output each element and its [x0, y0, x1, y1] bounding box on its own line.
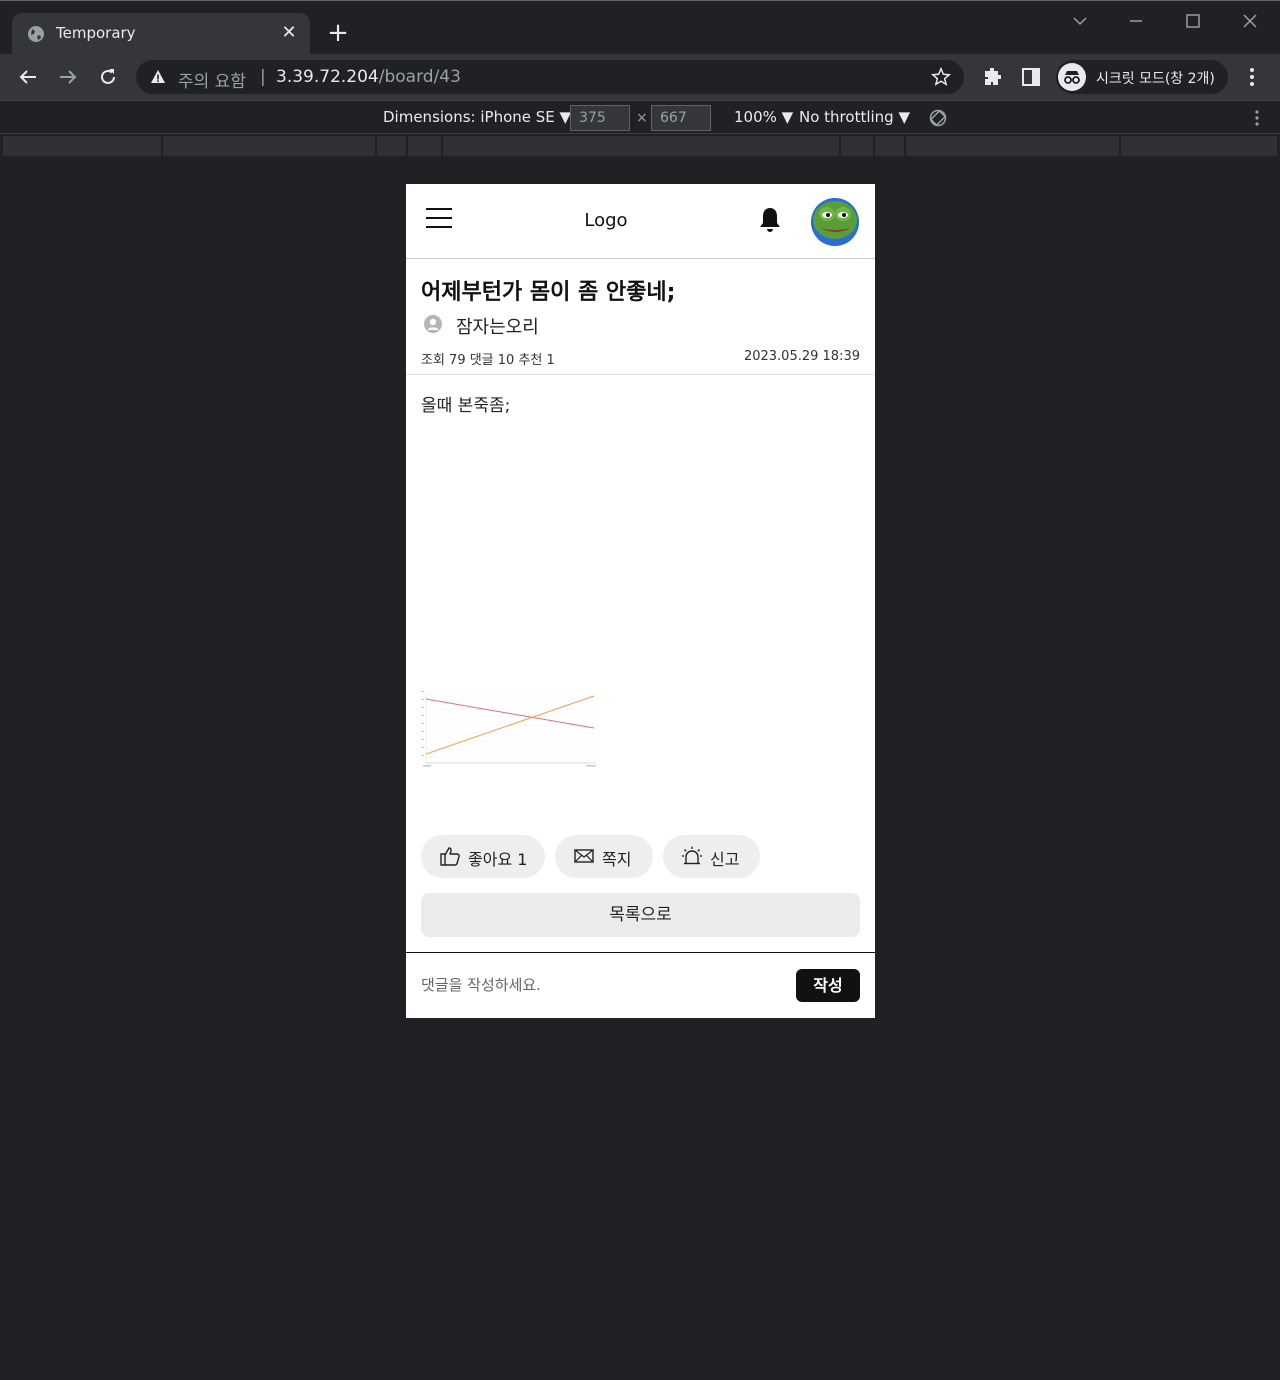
address-bar[interactable]: 주의 요함 | 3.39.72.204/board/43: [136, 60, 964, 94]
bell-icon[interactable]: [758, 206, 782, 234]
media-query-segment[interactable]: [442, 136, 840, 156]
tab-strip: Temporary ✕ +: [0, 0, 1280, 55]
envelope-icon: [573, 845, 595, 867]
divider: [406, 374, 875, 375]
user-profile-icon: [424, 315, 442, 333]
like-label: 좋아요 1: [468, 850, 528, 869]
post-date: 2023.05.29 18:39: [743, 349, 860, 364]
zoom-select[interactable]: 100% ▼: [734, 108, 793, 126]
reload-icon[interactable]: [94, 63, 122, 91]
comment-submit-button[interactable]: 작성: [796, 969, 860, 1002]
media-query-segment[interactable]: [162, 136, 376, 156]
post-body: 올때 본죽좀;: [421, 396, 511, 416]
message-label: 쪽지: [602, 850, 632, 869]
incognito-icon: [1058, 63, 1086, 91]
site-logo[interactable]: Logo: [406, 210, 806, 231]
incognito-profile[interactable]: 시크릿 모드(창 2개): [1056, 60, 1228, 94]
rotate-icon[interactable]: [928, 108, 948, 128]
report-label: 신고: [710, 850, 740, 869]
report-button[interactable]: 신고: [663, 835, 760, 878]
comment-input[interactable]: [421, 970, 781, 1000]
comment-bar: 작성: [406, 952, 875, 1018]
close-tab-icon[interactable]: ✕: [278, 22, 300, 44]
device-more-icon[interactable]: [1248, 108, 1266, 128]
url-path: /board/43: [378, 67, 461, 87]
warning-icon[interactable]: [150, 69, 166, 85]
omnibox-separator: |: [260, 67, 266, 87]
back-icon[interactable]: [14, 63, 42, 91]
side-panel-icon[interactable]: [1017, 63, 1045, 91]
new-tab-icon[interactable]: +: [324, 19, 352, 47]
user-avatar[interactable]: [811, 198, 859, 246]
url-host: 3.39.72.204: [276, 67, 379, 87]
media-query-segment[interactable]: [2, 136, 162, 156]
post-title: 어제부턴가 몸이 좀 안좋네;: [421, 280, 676, 305]
post-stats: 조회 79 댓글 10 추천 1: [421, 353, 555, 368]
device-height-input[interactable]: [651, 105, 711, 131]
extensions-icon[interactable]: [978, 63, 1006, 91]
forward-icon[interactable]: [54, 63, 82, 91]
close-window-icon[interactable]: [1238, 9, 1262, 33]
maximize-icon[interactable]: [1181, 9, 1205, 33]
siren-icon: [681, 845, 703, 867]
thumbs-up-icon: [439, 845, 461, 867]
throttling-select[interactable]: No throttling ▼: [799, 108, 910, 126]
message-button[interactable]: 쪽지: [555, 835, 653, 878]
post-author[interactable]: 잠자는오리: [456, 313, 539, 339]
chrome-menu-icon[interactable]: [1238, 63, 1266, 91]
tab-search-icon[interactable]: [1068, 9, 1092, 33]
site-header: Logo: [406, 184, 875, 259]
media-query-segment[interactable]: [376, 136, 407, 156]
device-dimensions-select[interactable]: Dimensions: iPhone SE ▼: [383, 108, 571, 126]
media-query-segment[interactable]: [407, 136, 442, 156]
minimize-icon[interactable]: [1124, 9, 1148, 33]
bookmark-star-icon[interactable]: [930, 66, 952, 88]
like-button[interactable]: 좋아요 1: [421, 835, 545, 878]
incognito-label: 시크릿 모드(창 2개): [1096, 71, 1215, 87]
browser-toolbar: 주의 요함 | 3.39.72.204/board/43 시크릿 모드(창 2개…: [0, 54, 1280, 100]
browser-tab[interactable]: Temporary ✕: [12, 13, 310, 55]
security-warning-text[interactable]: 주의 요함: [178, 67, 246, 92]
post-image-chart: [420, 687, 600, 769]
device-toolbar: Dimensions: iPhone SE ▼ × 100% ▼ No thro…: [0, 100, 1280, 134]
tab-title: Temporary: [56, 24, 136, 42]
back-to-list-button[interactable]: 목록으로: [421, 893, 860, 937]
media-query-bar: [0, 134, 1280, 158]
dimension-times: ×: [636, 110, 648, 126]
media-query-segment[interactable]: [874, 136, 905, 156]
globe-icon: [26, 24, 46, 44]
device-width-input[interactable]: [570, 105, 630, 131]
media-query-segment[interactable]: [905, 136, 1120, 156]
media-query-segment[interactable]: [840, 136, 874, 156]
url-text: 3.39.72.204/board/43: [276, 67, 461, 87]
media-query-segment[interactable]: [1120, 136, 1278, 156]
mobile-viewport: Logo 어제부턴가 몸이 좀 안좋네; 잠자는오리 조회 79 댓글 10 추…: [406, 184, 875, 1018]
